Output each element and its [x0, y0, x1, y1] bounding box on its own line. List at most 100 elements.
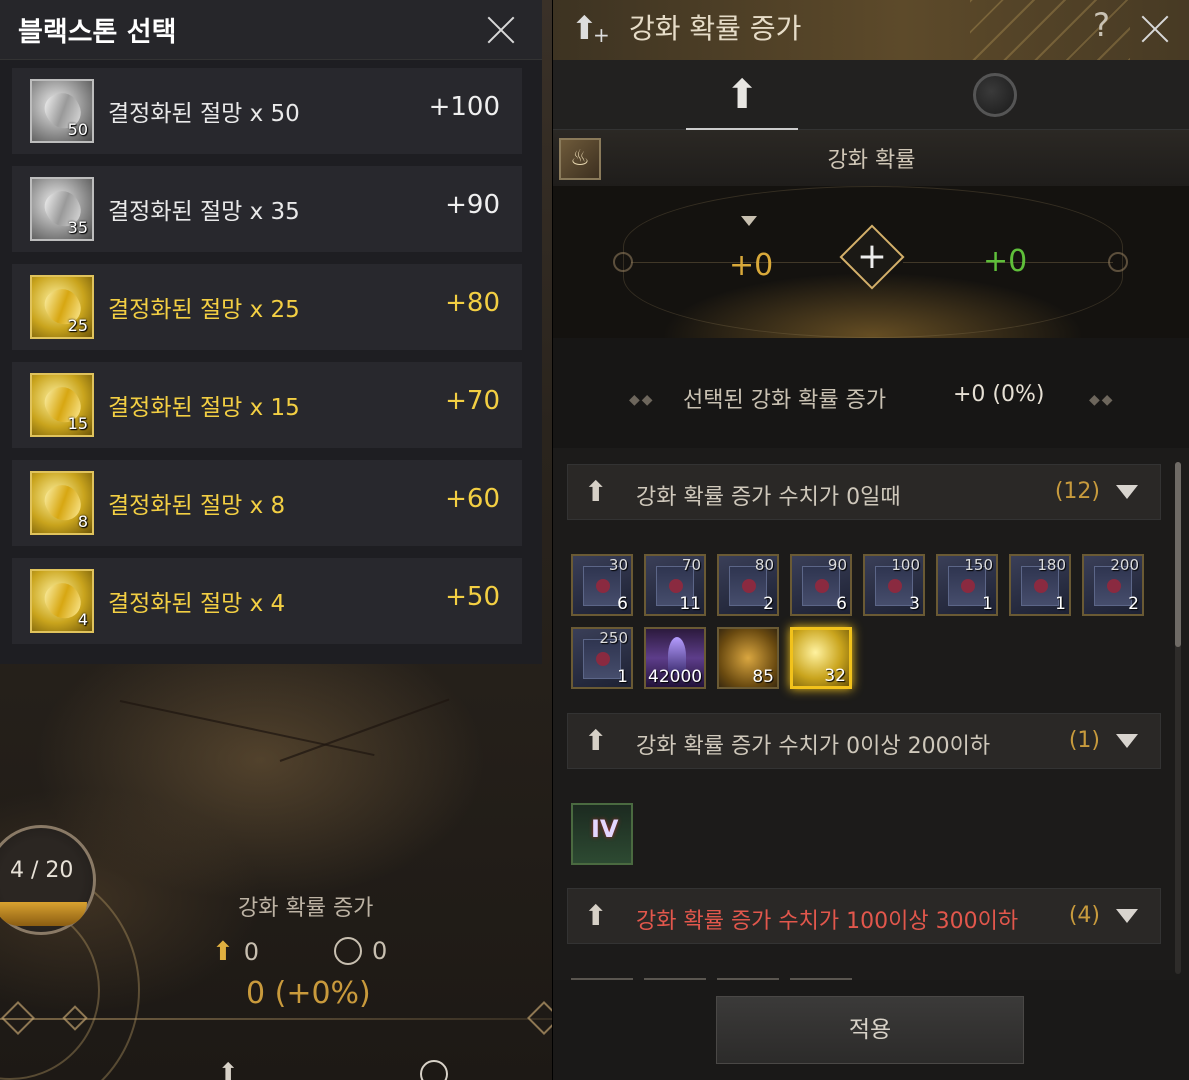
summary-a-value: 0 — [243, 938, 260, 966]
tab-enhance[interactable]: ⬆ — [686, 60, 798, 130]
gauge-marker-icon — [741, 216, 757, 226]
blackstone-select-panel: 블랙스톤 선택 50 결정화된 절망 x 50 +100 35 결정화된 절망 x 35… — [0, 0, 542, 664]
blackstone-qty: 4 — [77, 610, 88, 629]
group-header[interactable]: ⬆ 강화 확률 증가 수치가 0이상 200이하 (1) — [567, 713, 1161, 769]
panel-header: 블랙스톤 선택 — [0, 0, 542, 60]
tier-material-item[interactable]: IV — [571, 803, 633, 865]
bottom-bar: 적용 — [553, 980, 1189, 1080]
apply-button[interactable]: 적용 — [716, 996, 1024, 1064]
probability-section: ♨ 강화 확률 +0 + +0 ◆◆ 선택된 강화 확률 증가 +0 (0%) … — [553, 130, 1189, 448]
group-title: 강화 확률 증가 수치가 0일때 — [636, 485, 901, 510]
blackstone-icon: 4 — [30, 569, 94, 633]
blackstone-item-selected[interactable]: 32 — [790, 627, 852, 689]
selected-value: +0 (0%) — [953, 382, 1045, 407]
orb-icon — [420, 1060, 448, 1080]
selected-increase-row: ◆◆ 선택된 강화 확률 증가 +0 (0%) ◆◆ — [553, 378, 1189, 418]
enhance-scroll-item[interactable]: 90 6 — [790, 554, 852, 616]
item-count: 11 — [679, 594, 701, 614]
item-count: 42000 — [648, 667, 703, 687]
blackstone-value: +100 — [428, 92, 500, 122]
item-count: 3 — [909, 594, 920, 614]
item-value: 200 — [1110, 556, 1139, 574]
item-value: 150 — [964, 556, 993, 574]
blackstone-value: +70 — [445, 386, 500, 416]
enhance-scroll-item[interactable]: 100 3 — [863, 554, 925, 616]
probability-label: 강화 확률 — [827, 148, 916, 173]
dots-ornament: ◆◆ — [629, 392, 655, 408]
probability-bar: ♨ 강화 확률 — [553, 130, 1189, 186]
enhance-scroll-item[interactable]: 70 11 — [644, 554, 706, 616]
amber-stone-item[interactable]: 85 — [717, 627, 779, 689]
tab-orb[interactable] — [939, 60, 1051, 130]
enhance-arrow-icon: ⬆ — [218, 1058, 239, 1080]
item-count: 1 — [617, 667, 628, 687]
item-value: 30 — [608, 556, 628, 574]
summary-title: 강화 확률 증가 — [238, 896, 374, 921]
item-value: 100 — [891, 556, 920, 574]
enhance-scroll-item[interactable]: 200 2 — [1082, 554, 1144, 616]
blackstone-qty: 15 — [67, 414, 88, 433]
blackstone-option[interactable]: 8 결정화된 절망 x 8 +60 — [12, 460, 522, 546]
blackstone-option[interactable]: 4 결정화된 절망 x 4 +50 — [12, 558, 522, 644]
gauge-end-circle — [1108, 252, 1128, 272]
enhance-plus-icon: ⬆ — [584, 724, 608, 757]
enhance-scroll-item[interactable]: 250 1 — [571, 627, 633, 689]
dots-ornament: ◆◆ — [1089, 392, 1115, 408]
blackstone-name: 결정화된 절망 x 8 — [108, 493, 286, 519]
item-value: 80 — [754, 556, 774, 574]
counter-fill — [0, 902, 87, 926]
blackstone-qty: 50 — [67, 120, 88, 139]
group-count: (1) — [1068, 728, 1100, 753]
item-value: 250 — [599, 629, 628, 647]
tab-bar: ⬆ — [553, 60, 1189, 130]
attempt-counter: 4 / 20 — [10, 858, 74, 883]
close-icon[interactable] — [1140, 14, 1170, 44]
blackstone-icon: 25 — [30, 275, 94, 339]
panel-title: 블랙스톤 선택 — [18, 17, 177, 48]
item-count: 2 — [1128, 594, 1139, 614]
group-header[interactable]: ⬆ 강화 확률 증가 수치가 100이상 300이하 (4) — [567, 888, 1161, 944]
enhance-scroll-item[interactable]: 150 1 — [936, 554, 998, 616]
blackstone-icon: 15 — [30, 373, 94, 437]
close-icon[interactable] — [486, 15, 516, 45]
orb-icon — [973, 73, 1017, 117]
item-count: 1 — [982, 594, 993, 614]
blackstone-qty: 8 — [77, 512, 88, 531]
summary-b-value: 0 — [372, 937, 388, 965]
blackstone-option[interactable]: 50 결정화된 절망 x 50 +100 — [12, 68, 522, 154]
blackstone-option[interactable]: 25 결정화된 절망 x 25 +80 — [12, 264, 522, 350]
caret-down-icon — [1116, 909, 1138, 923]
summary-a: ⬆ 0 — [212, 937, 259, 967]
scene-crack — [119, 700, 375, 757]
blackstone-qty: 35 — [67, 218, 88, 237]
enhance-scroll-item[interactable]: 180 1 — [1009, 554, 1071, 616]
summary-total: 0 (+0%) — [246, 976, 371, 1011]
blackstone-option[interactable]: 15 결정화된 절망 x 15 +70 — [12, 362, 522, 448]
blackstone-icon: 50 — [30, 79, 94, 143]
blackstone-icon: 35 — [30, 177, 94, 241]
enhance-plus-icon: ⬆ — [584, 899, 608, 932]
crystal-material-item[interactable]: 42000 — [644, 627, 706, 689]
item-count: 1 — [1055, 594, 1066, 614]
enhance-scroll-item[interactable]: 80 2 — [717, 554, 779, 616]
group-header[interactable]: ⬆ 강화 확률 증가 수치가 0일때 (12) — [567, 464, 1161, 520]
blackstone-icon: 8 — [30, 471, 94, 535]
enhance-plus-icon: ⬆ — [584, 475, 608, 508]
item-count: 6 — [617, 594, 628, 614]
scrollbar-thumb[interactable] — [1175, 462, 1181, 647]
help-icon[interactable]: ? — [1093, 6, 1110, 44]
scrollbar[interactable] — [1175, 462, 1181, 974]
item-value: 180 — [1037, 556, 1066, 574]
item-count: 32 — [824, 666, 846, 686]
enhance-scroll-item[interactable]: 30 6 — [571, 554, 633, 616]
blackstone-option[interactable]: 35 결정화된 절망 x 35 +90 — [12, 166, 522, 252]
item-count: 6 — [836, 594, 847, 614]
enhance-arrow-icon: ⬆ — [212, 937, 234, 967]
current-value: +0 — [729, 248, 774, 283]
blackstone-name: 결정화된 절망 x 50 — [108, 101, 300, 127]
item-value: 70 — [681, 556, 701, 574]
blackstone-value: +60 — [445, 484, 500, 514]
blackstone-name: 결정화된 절망 x 15 — [108, 395, 300, 421]
plus-icon: + — [856, 236, 888, 277]
enhance-chance-panel: ⬆ + 강화 확률 증가 ? ⬆ ♨ 강화 확률 +0 + +0 ◆◆ 선택된 … — [552, 0, 1189, 1080]
